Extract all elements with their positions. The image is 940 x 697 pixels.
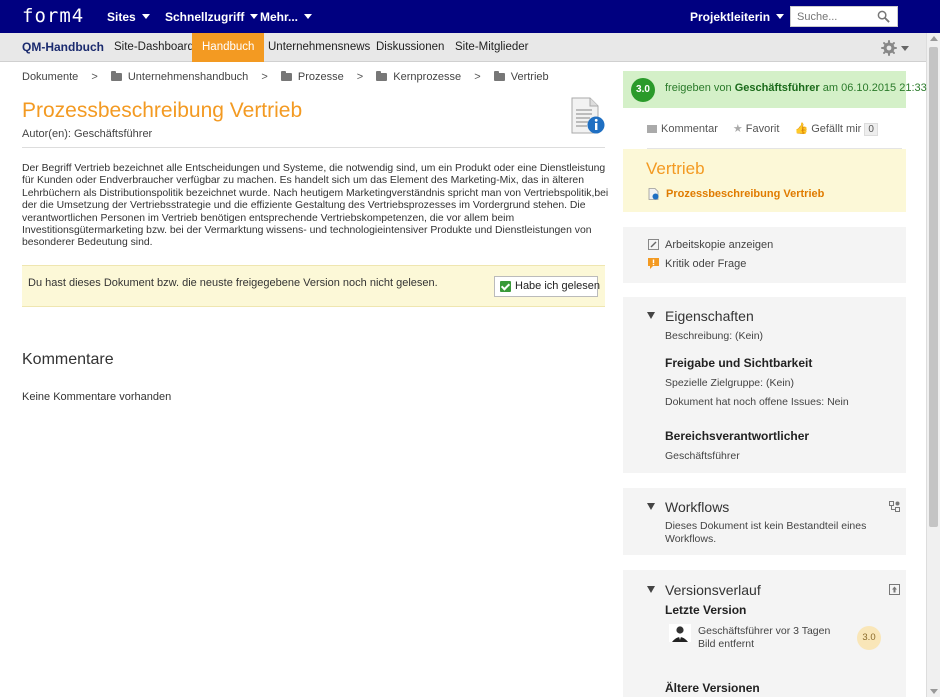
site-title[interactable]: QM-Handbuch xyxy=(22,33,104,62)
workflows-panel: Workflows Dieses Dokument ist kein Besta… xyxy=(623,488,906,555)
warning-icon xyxy=(648,258,659,269)
no-comments-text: Keine Kommentare vorhanden xyxy=(22,391,172,403)
status-prefix: freigeben von xyxy=(665,82,732,94)
latest-version-badge: 3.0 xyxy=(857,626,881,650)
search-input[interactable] xyxy=(791,7,873,26)
comments-heading: Kommentare xyxy=(22,351,114,368)
page-scrollbar[interactable] xyxy=(926,33,940,697)
older-versions-heading: Ältere Versionen xyxy=(665,681,760,695)
workflows-text: Dieses Dokument ist kein Bestandteil ein… xyxy=(665,520,867,545)
category-panel: Vertrieb Prozessbeschreibung Vertrieb xyxy=(623,149,906,212)
top-header: form4 Sites Schnellzugriff Mehr... Proje… xyxy=(0,0,940,33)
tab-site-dashboard[interactable]: Site-Dashboard xyxy=(104,33,204,62)
category-title: Vertrieb xyxy=(646,159,705,178)
responsible-value: Geschäftsführer xyxy=(665,450,740,462)
scroll-down-arrow[interactable] xyxy=(930,689,938,694)
gear-icon[interactable] xyxy=(881,40,897,56)
mark-as-read-button[interactable]: Habe ich gelesen xyxy=(494,276,600,297)
breadcrumb-prozesse[interactable]: Prozesse xyxy=(298,71,344,83)
version-history-title[interactable]: Versionsverlauf xyxy=(665,582,761,598)
working-copy-link[interactable]: Arbeitskopie anzeigen xyxy=(665,239,773,251)
workflow-icon[interactable] xyxy=(889,501,900,512)
checkbox-icon xyxy=(500,281,511,292)
read-confirmation-notice: Du hast dieses Dokument bzw. die neuste … xyxy=(22,265,605,307)
avatar xyxy=(669,624,691,642)
favorite-link[interactable]: ★ Favorit xyxy=(733,122,780,135)
scroll-thumb[interactable] xyxy=(929,47,938,527)
document-info-icon xyxy=(571,97,605,134)
collapse-arrow-icon[interactable] xyxy=(647,586,655,593)
chevron-down-icon xyxy=(304,14,313,19)
breadcrumb-vertrieb[interactable]: Vertrieb xyxy=(511,71,549,83)
edit-icon xyxy=(648,239,659,250)
document-icon xyxy=(648,188,659,200)
document-author: Autor(en): Geschäftsführer xyxy=(22,128,153,140)
breadcrumb-unternehmenshandbuch[interactable]: Unternehmenshandbuch xyxy=(128,71,248,83)
comment-icon xyxy=(647,124,657,133)
like-count: 0 xyxy=(864,122,878,136)
release-status: 3.0 freigeben von Geschäftsführer am 06.… xyxy=(623,71,927,108)
app-logo[interactable]: form4 xyxy=(22,5,84,27)
description-value: Beschreibung: (Kein) xyxy=(665,330,764,342)
site-navigation: QM-Handbuch Site-Dashboard Handbuch Unte… xyxy=(0,33,926,62)
folder-icon xyxy=(376,71,388,82)
nav-quick-access[interactable]: Schnellzugriff xyxy=(165,10,259,24)
folder-icon xyxy=(280,71,292,82)
target-group-value: Spezielle Zielgruppe: (Kein) xyxy=(665,377,794,389)
latest-version-author: Geschäftsführer vor 3 Tagen xyxy=(698,625,831,637)
collapse-arrow-icon[interactable] xyxy=(647,503,655,510)
chevron-down-icon xyxy=(250,14,259,19)
open-issues-value: Dokument hat noch offene Issues: Nein xyxy=(665,396,849,408)
tab-site-mitglieder[interactable]: Site-Mitglieder xyxy=(445,33,539,62)
properties-panel: Eigenschaften Beschreibung: (Kein) Freig… xyxy=(623,297,906,473)
version-history-panel: Versionsverlauf Letzte Version Geschäfts… xyxy=(623,570,906,697)
scroll-up-arrow[interactable] xyxy=(930,36,938,41)
search-icon[interactable] xyxy=(877,10,890,23)
breadcrumb-kernprozesse[interactable]: Kernprozesse xyxy=(393,71,461,83)
status-approver[interactable]: Geschäftsführer xyxy=(735,82,820,94)
category-document-link[interactable]: Prozessbeschreibung Vertrieb xyxy=(666,188,824,200)
search-box xyxy=(790,6,898,27)
upload-icon[interactable] xyxy=(889,584,900,595)
document-title: Prozessbeschreibung Vertrieb xyxy=(22,99,303,122)
like-link[interactable]: 👍 Gefällt mir 0 xyxy=(794,122,878,136)
thumbs-up-icon: 👍 xyxy=(794,123,809,135)
release-heading: Freigabe und Sichtbarkeit xyxy=(665,356,813,370)
nav-sites[interactable]: Sites xyxy=(107,10,150,24)
document-body: Der Begriff Vertrieb bezeichnet alle Ent… xyxy=(22,163,609,249)
tab-diskussionen[interactable]: Diskussionen xyxy=(366,33,454,62)
read-notice-text: Du hast dieses Dokument bzw. die neuste … xyxy=(28,277,438,289)
nav-more[interactable]: Mehr... xyxy=(260,10,313,24)
chevron-down-icon xyxy=(776,14,785,19)
star-icon: ★ xyxy=(732,123,743,136)
chevron-down-icon xyxy=(141,14,150,19)
social-actions: Kommentar ★ Favorit 👍 Gefällt mir 0 xyxy=(647,122,890,136)
breadcrumb-dokumente[interactable]: Dokumente xyxy=(22,71,78,83)
folder-icon xyxy=(493,71,505,82)
critique-link[interactable]: Kritik oder Frage xyxy=(665,258,746,270)
status-date: am 06.10.2015 21:33 xyxy=(822,82,927,94)
folder-icon xyxy=(110,71,122,82)
latest-version-heading: Letzte Version xyxy=(665,603,747,617)
workflows-title[interactable]: Workflows xyxy=(665,499,729,515)
user-menu[interactable]: Projektleiterin xyxy=(690,10,785,24)
divider xyxy=(22,147,605,148)
collapse-arrow-icon[interactable] xyxy=(647,312,655,319)
tab-handbuch[interactable]: Handbuch xyxy=(192,33,265,62)
tab-unternehmensnews[interactable]: Unternehmensnews xyxy=(258,33,380,62)
responsible-heading: Bereichsverantwortlicher xyxy=(665,429,810,443)
latest-version-note: Bild entfernt xyxy=(698,638,755,650)
properties-title[interactable]: Eigenschaften xyxy=(665,308,754,324)
chevron-down-icon[interactable] xyxy=(901,46,909,51)
comment-link[interactable]: Kommentar xyxy=(647,123,718,135)
version-badge: 3.0 xyxy=(631,78,655,102)
document-actions-panel: Arbeitskopie anzeigen Kritik oder Frage xyxy=(623,227,906,283)
breadcrumb: Dokumente > Unternehmenshandbuch > Proze… xyxy=(22,71,549,84)
